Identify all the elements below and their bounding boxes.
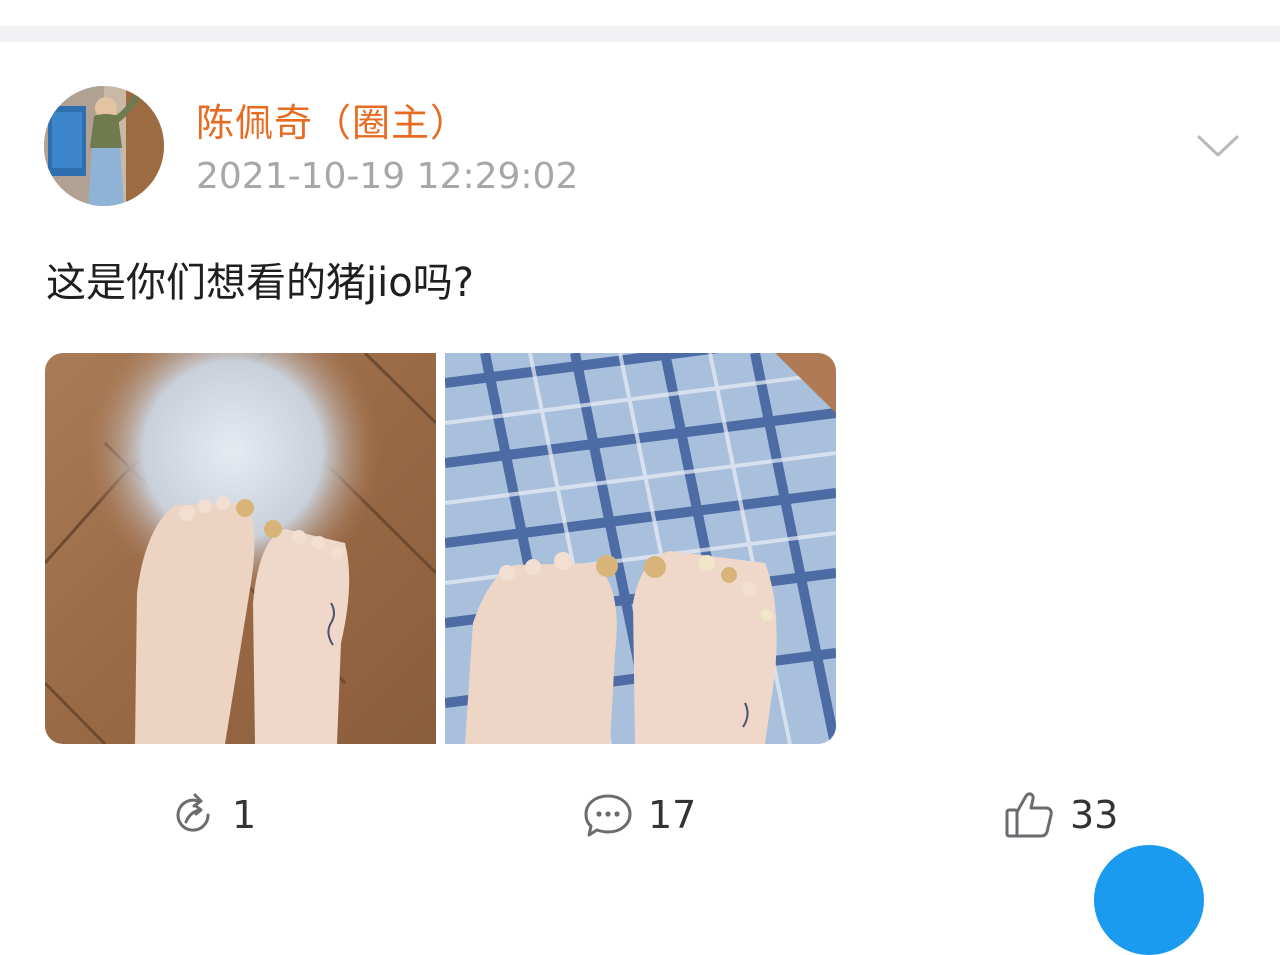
comment-button[interactable]: 17: [582, 780, 696, 850]
repost-icon: [176, 793, 210, 832]
feet-on-floor-photo: [45, 353, 436, 744]
comment-icon: [584, 794, 632, 837]
comment-count: 17: [648, 793, 697, 837]
avatar[interactable]: [44, 86, 164, 206]
post-action-bar: 1 17 33: [0, 780, 1280, 850]
post-timestamp: 2021-10-19 12:29:02: [196, 156, 579, 197]
avatar-image: [44, 86, 164, 206]
post-image-1[interactable]: [45, 353, 436, 744]
feet-on-plaid-photo: [445, 353, 836, 744]
like-button[interactable]: 33: [1002, 780, 1118, 850]
thumbs-up-icon: [1005, 792, 1053, 838]
floating-action-button[interactable]: [1094, 845, 1204, 955]
post-card: 陈佩奇（圈主） 2021-10-19 12:29:02 这是你们想看的猪jio吗…: [0, 42, 1280, 860]
post-text: 这是你们想看的猪jio吗?: [46, 260, 474, 306]
more-options-button[interactable]: [1194, 126, 1242, 166]
post-image-2[interactable]: [445, 353, 836, 744]
chevron-down-icon: [1197, 135, 1239, 157]
repost-count: 1: [232, 793, 257, 837]
author-name[interactable]: 陈佩奇（圈主）: [196, 92, 469, 147]
like-count: 33: [1070, 793, 1119, 837]
section-divider: [0, 26, 1280, 42]
repost-button[interactable]: 1: [168, 780, 256, 850]
